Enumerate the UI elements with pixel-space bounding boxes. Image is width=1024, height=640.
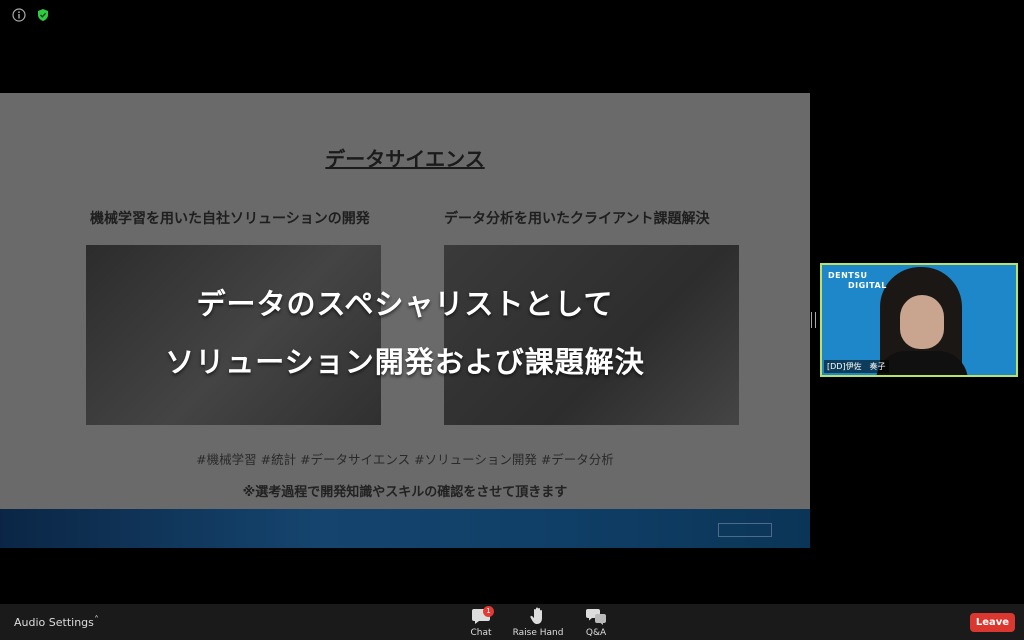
- chat-button[interactable]: 1 Chat: [451, 606, 511, 640]
- hand-icon: [530, 607, 542, 624]
- leave-button[interactable]: Leave: [970, 613, 1015, 632]
- chat-icon: [472, 609, 490, 624]
- slide-right-photo: [444, 245, 739, 425]
- overlay-caption-line1: データのスペシャリストとして: [196, 287, 614, 321]
- slide-footer-band: [0, 509, 810, 548]
- slide-note: ※選考過程で開発知識やスキルの確認をさせて頂きます: [242, 485, 568, 500]
- shield-icon[interactable]: [36, 8, 50, 22]
- qa-icon: [586, 609, 606, 625]
- participant-face: [900, 295, 944, 349]
- meeting-toolbar: Audio Settings ˄ 1 Chat Raise Hand Q&A L…: [0, 604, 1024, 640]
- participant-video-tile[interactable]: DENTSU DIGITAL [DD]伊佐 奏子: [820, 263, 1018, 377]
- qa-button[interactable]: Q&A: [566, 606, 626, 640]
- shared-screen: データサイエンス 機械学習を用いた自社ソリューションの開発 データ分析を用いたク…: [0, 93, 810, 548]
- participant-name: [DD]伊佐 奏子: [824, 360, 889, 373]
- qa-label: Q&A: [585, 628, 607, 638]
- split-drag-handle[interactable]: [811, 312, 816, 328]
- audio-settings-button[interactable]: Audio Settings: [14, 616, 94, 629]
- slide-right-heading: データ分析を用いたクライアント課題解決: [444, 211, 710, 227]
- chevron-up-icon[interactable]: ˄: [94, 615, 99, 626]
- participant-body: [876, 351, 968, 375]
- slide-left-photo: [86, 245, 381, 425]
- raise-hand-label: Raise Hand: [512, 628, 564, 638]
- footer-box: [718, 523, 772, 537]
- slide-title: データサイエンス: [325, 147, 485, 171]
- slide-hashtags: #機械学習 #統計 #データサイエンス #ソリューション開発 #データ分析: [196, 452, 614, 467]
- slide-left-heading: 機械学習を用いた自社ソリューションの開発: [90, 211, 370, 227]
- chat-unread-badge: 1: [483, 606, 494, 617]
- company-logo: DENTSU DIGITAL: [828, 271, 887, 290]
- top-bar: [0, 0, 1024, 30]
- raise-hand-button[interactable]: Raise Hand: [508, 606, 568, 640]
- info-icon[interactable]: [12, 8, 26, 22]
- chat-label: Chat: [470, 628, 492, 638]
- slide: データサイエンス 機械学習を用いた自社ソリューションの開発 データ分析を用いたク…: [0, 93, 810, 548]
- overlay-caption-line2: ソリューション開発および課題解決: [165, 345, 645, 379]
